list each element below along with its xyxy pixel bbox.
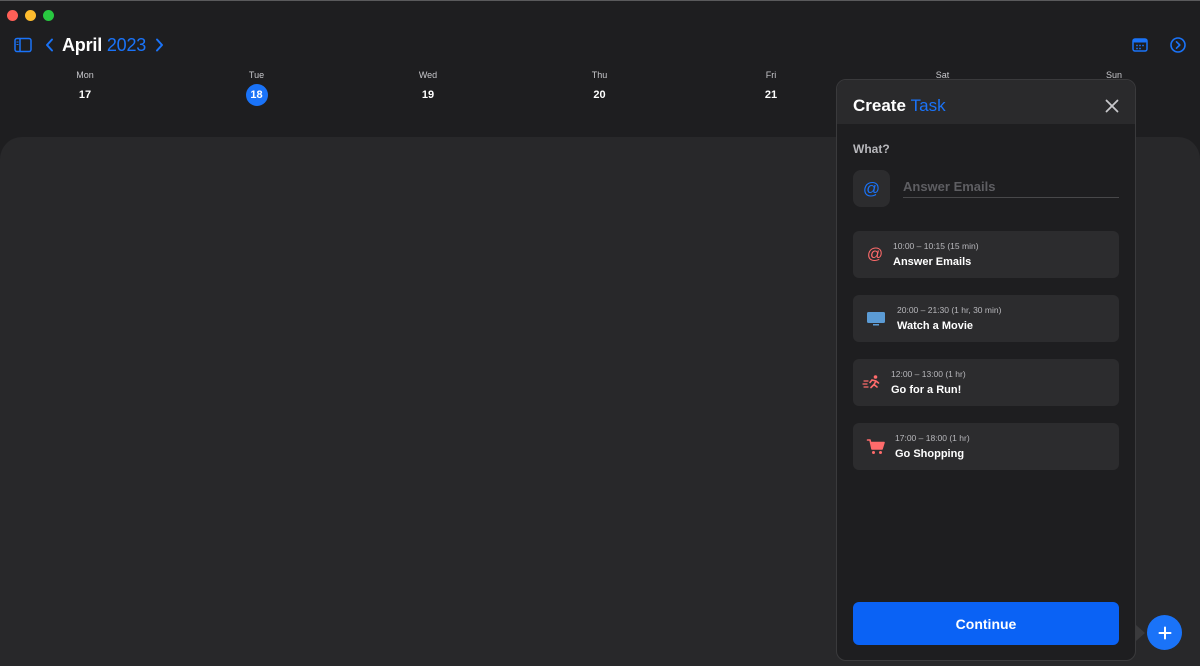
day-number: 20 xyxy=(593,89,606,101)
sidebar-toggle-icon[interactable] xyxy=(14,37,32,53)
suggestion-name: Go for a Run! xyxy=(891,384,962,396)
chevron-right-icon xyxy=(155,38,163,52)
calendar-header: April 2023 xyxy=(14,33,166,57)
day-column-fri[interactable]: Fri 21 xyxy=(741,69,801,106)
suggestion-item[interactable]: 12:00 – 13:00 (1 hr) Go for a Run! xyxy=(853,359,1119,406)
suggestion-item[interactable]: 20:00 – 21:30 (1 hr, 30 min) Watch a Mov… xyxy=(853,295,1119,342)
toolbar-right xyxy=(1131,36,1187,54)
day-name: Tue xyxy=(248,70,265,80)
task-name-input[interactable] xyxy=(903,176,1119,198)
tv-icon xyxy=(866,309,886,329)
panel-header: Create Task xyxy=(837,80,1135,124)
shopping-cart-icon xyxy=(866,437,886,457)
previous-month-button[interactable] xyxy=(42,36,56,54)
panel-title: Create Task xyxy=(853,96,1135,116)
day-number-today: 18 xyxy=(245,84,268,106)
chevron-left-icon xyxy=(45,38,53,52)
running-icon xyxy=(862,373,882,393)
window-controls xyxy=(7,10,54,21)
day-column-mon[interactable]: Mon 17 xyxy=(55,69,115,106)
close-icon[interactable] xyxy=(1105,99,1119,113)
suggestion-name: Go Shopping xyxy=(895,448,965,460)
day-name: Mon xyxy=(76,70,94,80)
plus-icon xyxy=(1158,626,1171,639)
suggestion-name: Watch a Movie xyxy=(897,320,973,332)
suggestion-time: 12:00 – 13:00 (1 hr) xyxy=(891,369,966,379)
calendar-view-icon[interactable] xyxy=(1131,36,1149,54)
day-name: Thu xyxy=(591,70,608,80)
suggestion-time: 10:00 – 10:15 (15 min) xyxy=(893,241,979,251)
suggestion-item[interactable]: 17:00 – 18:00 (1 hr) Go Shopping xyxy=(853,423,1119,470)
day-name: Fri xyxy=(765,70,777,80)
month-label: April xyxy=(62,34,103,55)
suggestion-item[interactable]: @ 10:00 – 10:15 (15 min) Answer Emails xyxy=(853,231,1119,278)
minimize-window-button[interactable] xyxy=(25,10,36,21)
close-window-button[interactable] xyxy=(7,10,18,21)
year-label: 2023 xyxy=(106,34,147,55)
maximize-window-button[interactable] xyxy=(43,10,54,21)
panel-title-task: Task xyxy=(910,96,946,115)
day-name: Wed xyxy=(418,70,438,80)
day-number: 19 xyxy=(421,89,435,101)
add-task-button[interactable] xyxy=(1147,615,1182,650)
suggestion-time: 17:00 – 18:00 (1 hr) xyxy=(895,433,970,443)
day-number: 17 xyxy=(78,89,92,101)
at-sign-icon: @ xyxy=(862,178,881,198)
day-column-tue[interactable]: Tue 18 xyxy=(227,69,287,106)
suggestion-time: 20:00 – 21:30 (1 hr, 30 min) xyxy=(897,305,1002,315)
popover-pointer xyxy=(1136,625,1145,641)
day-column-thu[interactable]: Thu 20 xyxy=(570,69,630,106)
month-title: April 2023 xyxy=(62,35,146,56)
panel-title-create: Create xyxy=(853,96,906,115)
next-month-button[interactable] xyxy=(152,36,166,54)
suggestion-name: Answer Emails xyxy=(893,256,972,268)
what-label: What? xyxy=(853,142,890,156)
continue-button[interactable]: Continue xyxy=(853,602,1119,645)
create-task-panel: Create Task What? @ @ 10:00 – 10:15 (15 … xyxy=(836,79,1136,661)
at-sign-icon: @ xyxy=(866,246,884,263)
task-icon-picker[interactable]: @ xyxy=(853,170,890,207)
app-window: April 2023 Mon 17 Tue 18 Wed 19 Thu 20 F… xyxy=(0,0,1200,666)
day-number: 21 xyxy=(764,89,778,101)
day-column-wed[interactable]: Wed 19 xyxy=(398,69,458,106)
play-circle-icon[interactable] xyxy=(1169,36,1187,54)
